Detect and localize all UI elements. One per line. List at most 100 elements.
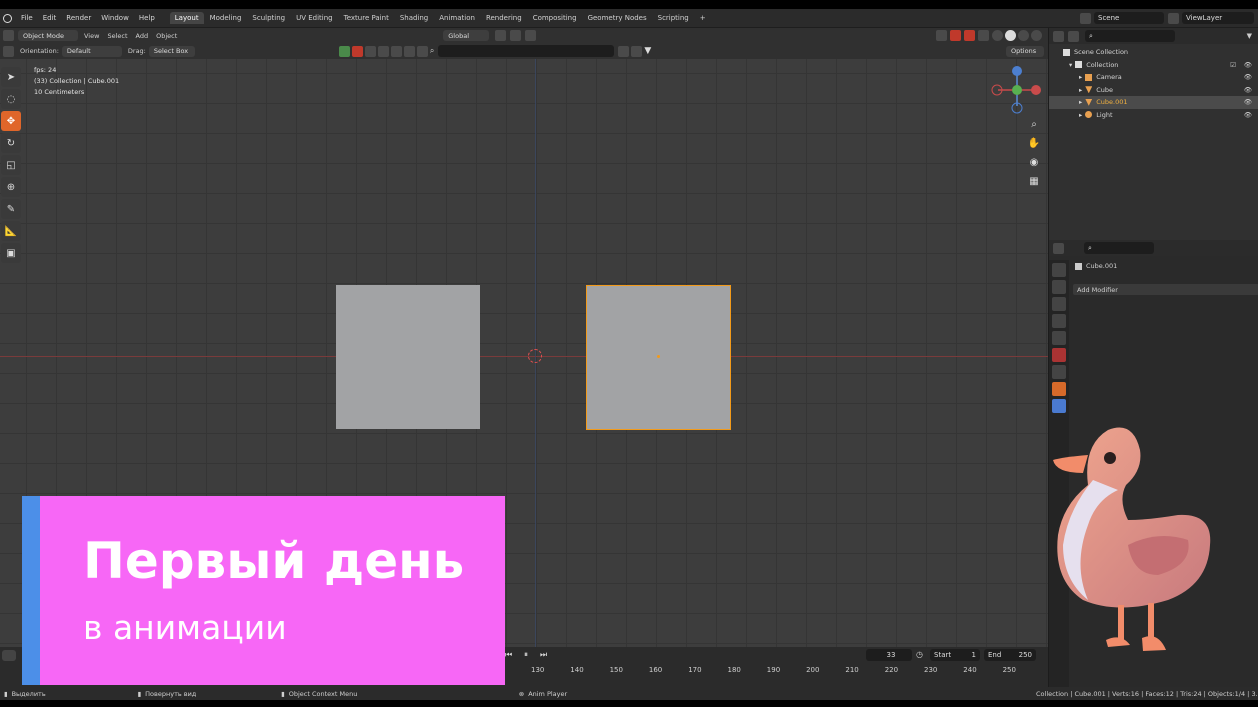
xray-icon[interactable] — [978, 30, 989, 41]
modifier-tab-icon[interactable] — [1052, 399, 1066, 413]
search-icon[interactable]: ⌕ — [430, 46, 434, 56]
scene-icon[interactable] — [1080, 12, 1091, 24]
current-frame-field[interactable]: 33 — [866, 649, 912, 661]
view-layer-icon[interactable] — [1168, 12, 1179, 24]
outliner-item-light[interactable]: ▸ Light 👁 — [1049, 109, 1258, 122]
cube-visibility-icon[interactable]: 👁 — [1244, 86, 1252, 94]
filter-icon-3[interactable] — [390, 45, 402, 57]
tab-compositing[interactable]: Compositing — [528, 12, 582, 24]
visibility-icon[interactable] — [936, 30, 947, 41]
wireframe-shading-icon[interactable] — [992, 30, 1003, 41]
light-visibility-icon[interactable]: 👁 — [1244, 111, 1252, 119]
tab-layout[interactable]: Layout — [169, 12, 204, 24]
tab-texture-paint[interactable]: Texture Paint — [339, 12, 394, 24]
overlay-toggle-icon[interactable] — [964, 30, 975, 41]
tab-uv-editing[interactable]: UV Editing — [291, 12, 338, 24]
tab-animation[interactable]: Animation — [434, 12, 480, 24]
funnel-icon[interactable]: ▼ — [644, 46, 651, 56]
transform-orientation-dropdown[interactable]: Global — [443, 30, 490, 41]
properties-search-field[interactable]: ⌕ — [1084, 242, 1154, 254]
snap-icon[interactable] — [510, 30, 522, 41]
select-tool-icon[interactable]: ➤ — [1, 67, 21, 87]
measure-tool-icon[interactable]: 📐 — [1, 221, 21, 241]
menu-render[interactable]: Render — [61, 14, 96, 22]
world-tab-icon[interactable] — [1052, 348, 1066, 362]
tab-shading[interactable]: Shading — [395, 12, 433, 24]
tab-geometry-nodes[interactable]: Geometry Nodes — [583, 12, 652, 24]
pivot-icon[interactable] — [495, 30, 507, 41]
collection-checkbox-icon[interactable]: ☑ — [1230, 61, 1236, 69]
outliner[interactable]: ⌕ ▼ Scene Collection ▾ Collection ☑ 👁 ▸ … — [1048, 28, 1258, 240]
object-menu[interactable]: Object — [156, 32, 177, 40]
add-cube-tool-icon[interactable]: ▣ — [1, 243, 21, 263]
annotate-tool-icon[interactable]: ✎ — [1, 199, 21, 219]
scene-collection-row[interactable]: Scene Collection — [1049, 46, 1258, 59]
rotate-tool-icon[interactable]: ↻ — [1, 133, 21, 153]
menu-window[interactable]: Window — [96, 14, 134, 22]
view-menu[interactable]: View — [84, 32, 99, 40]
render-tab-icon[interactable] — [1052, 280, 1066, 294]
collection-visibility-icon[interactable]: 👁 — [1244, 61, 1252, 69]
collection-row[interactable]: ▾ Collection ☑ 👁 — [1049, 59, 1258, 72]
mode-dropdown[interactable]: Object Mode — [18, 30, 78, 41]
filter-icon-4[interactable] — [403, 45, 415, 57]
view-layer-selector[interactable]: ViewLayer — [1182, 12, 1254, 24]
outliner-display-mode-icon[interactable] — [1068, 30, 1079, 42]
view-layer-tab-icon[interactable] — [1052, 314, 1066, 328]
timeline-editor-icon[interactable] — [2, 650, 16, 661]
editor-type-icon[interactable] — [3, 30, 14, 41]
navigation-gizmo[interactable] — [990, 64, 1044, 118]
search-field[interactable] — [438, 45, 615, 57]
tab-rendering[interactable]: Rendering — [481, 12, 527, 24]
cube-001-visibility-icon[interactable]: 👁 — [1244, 98, 1252, 106]
camera-visibility-icon[interactable]: 👁 — [1244, 73, 1252, 81]
pause-icon[interactable]: ⏸ — [524, 650, 528, 660]
cursor-tool-icon[interactable]: ◌ — [1, 89, 21, 109]
jump-start-icon[interactable]: ⏮ — [505, 650, 512, 660]
tab-modeling[interactable]: Modeling — [205, 12, 247, 24]
gizmo-toggle-icon[interactable] — [950, 30, 961, 41]
add-workspace-button[interactable]: + — [695, 12, 711, 24]
scale-tool-icon[interactable]: ◱ — [1, 155, 21, 175]
options-dropdown[interactable]: Options — [1006, 45, 1044, 57]
filter-icon-1[interactable] — [364, 45, 376, 57]
3d-cursor-icon[interactable] — [528, 349, 542, 363]
collection-tab-icon[interactable] — [1052, 365, 1066, 379]
orientation-dropdown[interactable]: Default — [61, 45, 122, 57]
solid-shading-icon[interactable] — [1005, 30, 1016, 41]
outliner-item-cube[interactable]: ▸ Cube 👁 — [1049, 84, 1258, 97]
selectable-icon[interactable] — [351, 45, 363, 57]
tool-tab-icon[interactable] — [1052, 263, 1066, 277]
material-shading-icon[interactable] — [1018, 30, 1029, 41]
filter-icon-6[interactable] — [618, 45, 630, 57]
outliner-filter-icon[interactable]: ▼ — [1247, 32, 1252, 40]
start-frame-field[interactable]: Start 1 — [930, 649, 980, 661]
outliner-item-cube-001[interactable]: ▸ Cube.001 👁 — [1049, 96, 1258, 109]
menu-edit[interactable]: Edit — [38, 14, 62, 22]
end-frame-field[interactable]: End 250 — [984, 649, 1036, 661]
select-menu[interactable]: Select — [107, 32, 127, 40]
proportional-edit-icon[interactable] — [525, 30, 537, 41]
jump-end-icon[interactable]: ⏭ — [540, 650, 547, 660]
move-tool-icon[interactable]: ✥ — [1, 111, 21, 131]
tab-sculpting[interactable]: Sculpting — [247, 12, 290, 24]
scene-selector[interactable]: Scene — [1094, 12, 1164, 24]
pan-hand-icon[interactable]: ✋ — [1027, 136, 1041, 150]
object-tab-icon[interactable] — [1052, 382, 1066, 396]
zoom-icon[interactable]: ⌕ — [1027, 117, 1041, 131]
filter-icon-2[interactable] — [377, 45, 389, 57]
cube-object[interactable] — [336, 285, 480, 429]
blender-logo-icon[interactable] — [3, 13, 12, 23]
camera-view-icon[interactable]: ◉ — [1027, 155, 1041, 169]
scene-tab-icon[interactable] — [1052, 331, 1066, 345]
add-modifier-button[interactable]: Add Modifier — [1073, 284, 1258, 295]
filter-icon-7[interactable] — [631, 45, 643, 57]
outliner-search-field[interactable]: ⌕ — [1085, 30, 1175, 42]
object-types-icon[interactable] — [338, 45, 350, 57]
grid-perspective-icon[interactable]: ▦ — [1027, 174, 1041, 188]
transform-tool-icon[interactable]: ⊕ — [1, 177, 21, 197]
output-tab-icon[interactable] — [1052, 297, 1066, 311]
outliner-item-camera[interactable]: ▸ Camera 👁 — [1049, 71, 1258, 84]
rendered-shading-icon[interactable] — [1031, 30, 1042, 41]
tab-scripting[interactable]: Scripting — [653, 12, 694, 24]
